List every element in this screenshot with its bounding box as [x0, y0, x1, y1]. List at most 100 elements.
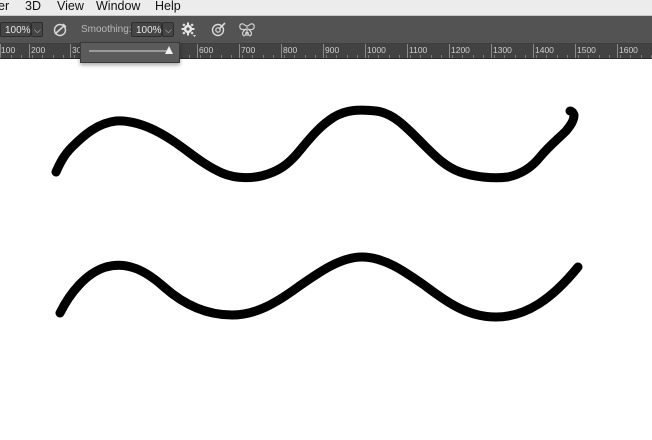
menu-help[interactable]: Help — [155, 0, 181, 14]
ruler-label: 700 — [241, 45, 256, 55]
gear-icon[interactable] — [181, 22, 197, 43]
chevron-down-icon: ⌵ — [165, 25, 172, 35]
ruler-minor-tick — [210, 55, 211, 58]
ruler-minor-tick — [263, 55, 264, 58]
ruler-tick — [323, 44, 324, 58]
ruler-tick — [533, 44, 534, 58]
menu-view[interactable]: View — [57, 0, 84, 14]
ruler-label: 800 — [283, 45, 298, 55]
ruler-minor-tick — [504, 55, 505, 58]
ruler-label: 1400 — [535, 45, 554, 55]
ruler-label: 1600 — [619, 45, 638, 55]
ruler-minor-tick — [525, 55, 526, 58]
ruler-tick — [449, 44, 450, 58]
ruler-tick — [617, 44, 618, 58]
ruler-minor-tick — [336, 55, 337, 58]
ruler-minor-tick — [252, 55, 253, 58]
brush-size-field[interactable]: 100% — [0, 22, 31, 37]
ruler-label: 900 — [325, 45, 340, 55]
ruler-minor-tick — [410, 55, 411, 58]
document-canvas[interactable] — [0, 59, 652, 440]
ruler-minor-tick — [536, 55, 537, 58]
ruler-minor-tick — [473, 55, 474, 58]
ruler-minor-tick — [546, 55, 547, 58]
ruler-minor-tick — [189, 55, 190, 58]
smoothing-slider-track[interactable] — [89, 50, 169, 52]
ruler-tick — [407, 44, 408, 58]
ruler-minor-tick — [483, 55, 484, 58]
ruler-label: 1000 — [367, 45, 386, 55]
ruler-minor-tick — [42, 55, 43, 58]
ruler-minor-tick — [315, 55, 316, 58]
ruler-minor-tick — [378, 55, 379, 58]
ruler-tick — [70, 44, 71, 58]
ruler-minor-tick — [242, 55, 243, 58]
ruler-minor-tick — [452, 55, 453, 58]
ruler-minor-tick — [630, 55, 631, 58]
ruler-minor-tick — [294, 55, 295, 58]
ruler-minor-tick — [368, 55, 369, 58]
smoothing-field[interactable]: 100% — [131, 22, 162, 37]
ruler-label: 600 — [199, 45, 214, 55]
ruler-minor-tick — [273, 55, 274, 58]
ruler-tick — [197, 44, 198, 58]
ruler-minor-tick — [494, 55, 495, 58]
ruler-label: 1300 — [493, 45, 512, 55]
smoothing-slider-thumb[interactable] — [165, 46, 173, 54]
ruler-minor-tick — [231, 55, 232, 58]
ruler-minor-tick — [357, 55, 358, 58]
ruler-tick — [281, 44, 282, 58]
smoothing-dropdown[interactable]: ⌵ — [162, 22, 174, 37]
brush-angle-icon[interactable] — [52, 22, 68, 42]
ruler-minor-tick — [578, 55, 579, 58]
ruler-minor-tick — [515, 55, 516, 58]
ruler-minor-tick — [609, 55, 610, 58]
ruler-minor-tick — [284, 55, 285, 58]
brush-stroke-jagged — [51, 105, 579, 183]
brush-stroke-smoothed — [55, 252, 583, 322]
smoothing-label: Smoothing: — [81, 24, 132, 35]
ruler-minor-tick — [420, 55, 421, 58]
ruler-minor-tick — [462, 55, 463, 58]
ruler-minor-tick — [74, 55, 75, 58]
ruler-tick — [365, 44, 366, 58]
ruler-minor-tick — [641, 55, 642, 58]
chevron-down-icon: ⌵ — [34, 25, 41, 35]
ruler-minor-tick — [567, 55, 568, 58]
brush-size-dropdown[interactable]: ⌵ — [31, 22, 43, 37]
ruler-label: 200 — [31, 45, 46, 55]
ruler-minor-tick — [431, 55, 432, 58]
menu-filter[interactable]: er — [0, 0, 9, 14]
ruler-minor-tick — [588, 55, 589, 58]
ruler-minor-tick — [399, 55, 400, 58]
ruler-minor-tick — [557, 55, 558, 58]
ruler-minor-tick — [200, 55, 201, 58]
ruler-label: 1100 — [409, 45, 428, 55]
ruler-tick — [239, 44, 240, 58]
symmetry-butterfly-icon[interactable] — [238, 22, 256, 43]
ruler-minor-tick — [221, 55, 222, 58]
ruler-minor-tick — [0, 55, 1, 58]
ruler-minor-tick — [599, 55, 600, 58]
ruler-minor-tick — [389, 55, 390, 58]
ruler-minor-tick — [11, 55, 12, 58]
options-bar: 100% ⌵ Smoothing: 100% ⌵ — [0, 16, 652, 44]
ruler-minor-tick — [32, 55, 33, 58]
ruler-minor-tick — [21, 55, 22, 58]
ruler-minor-tick — [441, 55, 442, 58]
ruler-minor-tick — [326, 55, 327, 58]
ruler-label: 1500 — [577, 45, 596, 55]
ruler-label: 1200 — [451, 45, 470, 55]
ruler-minor-tick — [305, 55, 306, 58]
ruler-minor-tick — [53, 55, 54, 58]
pressure-icon[interactable] — [211, 22, 227, 43]
ruler-minor-tick — [620, 55, 621, 58]
ruler-tick — [29, 44, 30, 58]
menu-3d[interactable]: 3D — [25, 0, 41, 14]
ruler-label: 100 — [1, 45, 16, 55]
ruler-tick — [575, 44, 576, 58]
ruler-minor-tick — [347, 55, 348, 58]
ruler-tick — [491, 44, 492, 58]
menu-window[interactable]: Window — [96, 0, 140, 14]
menu-bar: er 3D View Window Help — [0, 0, 652, 16]
